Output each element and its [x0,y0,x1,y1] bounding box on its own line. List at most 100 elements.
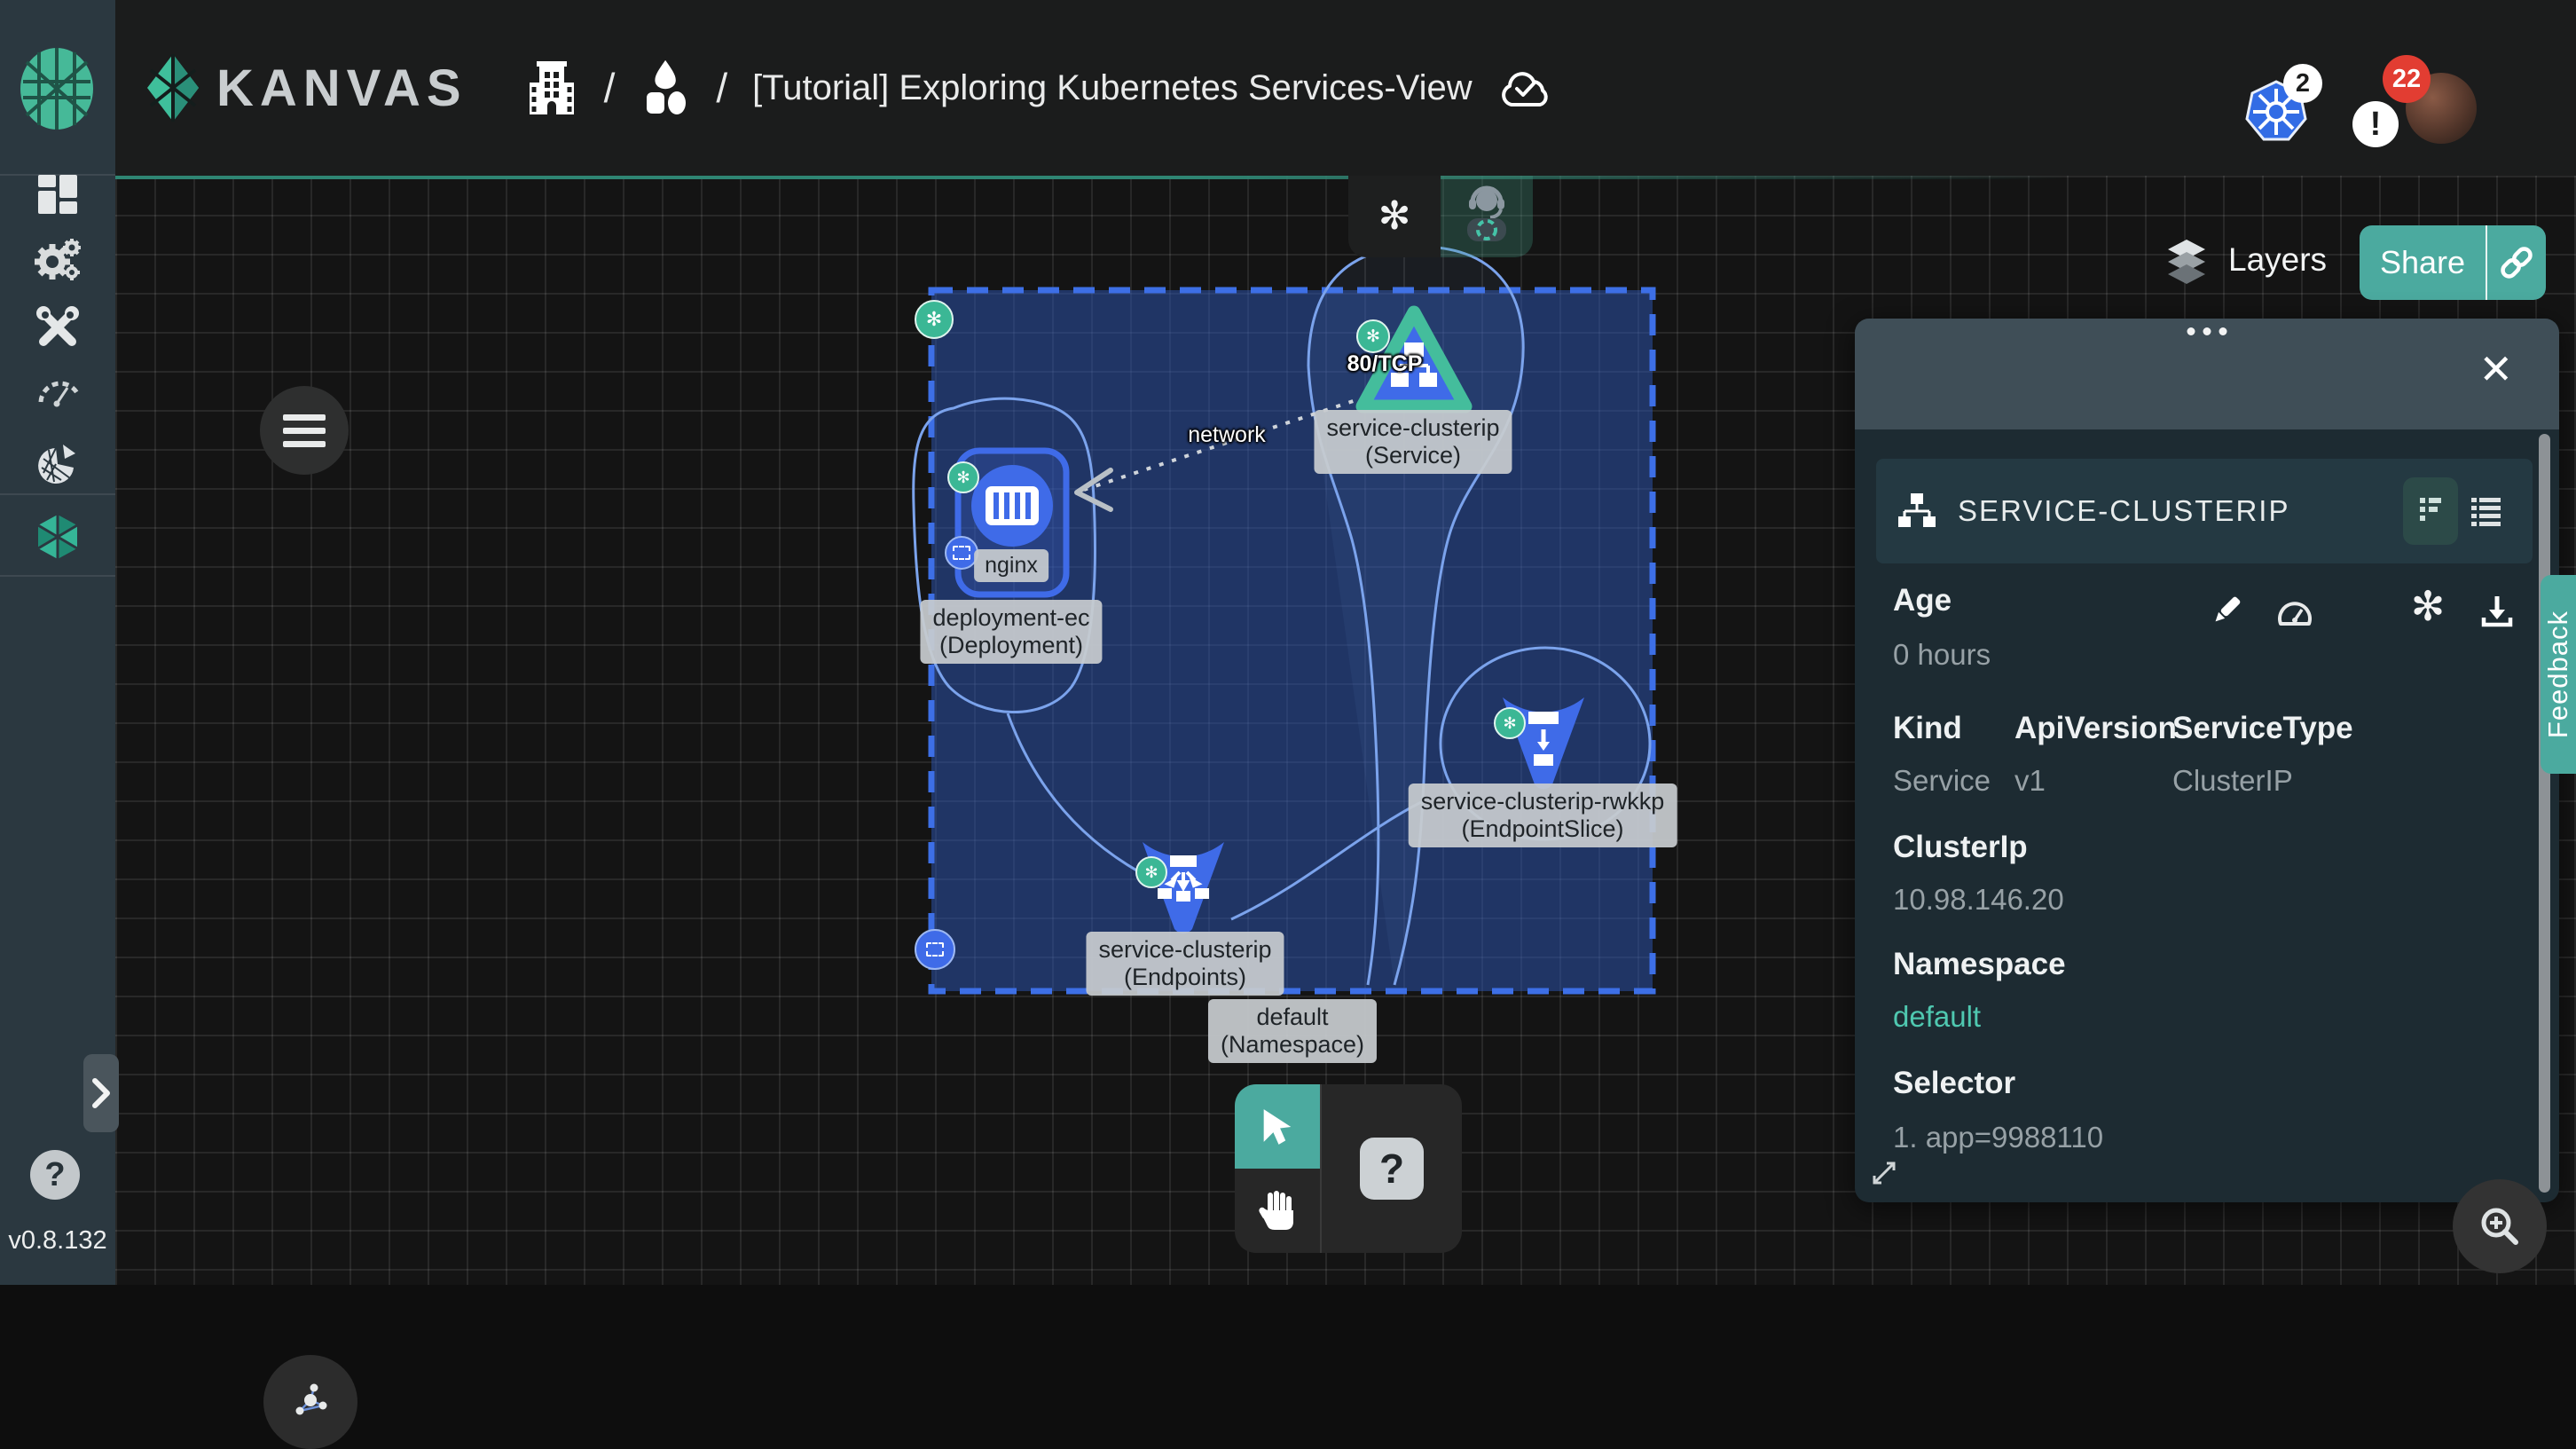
kanvas-logo-text: KANVAS [216,59,467,118]
notification-bell-button[interactable]: ! [2352,101,2399,147]
pencil-icon [2209,591,2246,628]
meshsync-badge[interactable]: ✻ [915,300,954,339]
resource-title: SERVICE-CLUSTERIP [1958,494,2403,528]
edge-label: network [1188,422,1266,448]
dashboard-icon [36,173,79,216]
kanvas-logo[interactable]: KANVAS [145,52,467,123]
speedometer-icon [34,370,82,409]
kanvas-diamond-icon [145,52,200,123]
meshery-spiral-icon: ✻ [1378,197,1411,236]
selection-badge[interactable] [915,929,955,970]
feedback-tab[interactable]: Feedback [2541,575,2576,774]
kind-value: Service [1893,764,1991,798]
layers-icon [2163,236,2211,284]
canvas-dock: ✻ [1348,176,1533,257]
sidebar-item-dashboard[interactable] [0,163,115,225]
age-label: Age [1893,583,1952,618]
crossed-tools-icon [35,304,81,350]
node-label-service[interactable]: service-clusterip (Service) [1314,410,1512,474]
designs-button[interactable] [640,60,691,115]
edit-button[interactable] [2206,588,2249,631]
layers-control[interactable]: Layers [2163,236,2327,284]
panel-scrollbar[interactable] [2539,434,2550,1193]
performance-gauge-button[interactable] [2274,590,2316,633]
copy-link-button[interactable] [2487,243,2546,282]
servicetype-header: ServiceType [2172,711,2353,746]
support-agent-dock-button[interactable] [1441,176,1533,257]
sidebar-divider [0,575,115,577]
cursor-icon [1258,1106,1297,1147]
sidebar-item-performance[interactable] [0,358,115,421]
help-button[interactable]: ? [30,1150,80,1200]
sidebar: ? v0.8.132 [0,0,115,1285]
node-label-namespace[interactable]: default (Namespace) [1208,999,1377,1063]
menu-icon [283,414,326,447]
sidebar-expand-button[interactable] [83,1054,119,1132]
kubernetes-context-count-badge: 2 [2283,64,2322,103]
service-port-label: 80/TCP [1347,351,1423,377]
layers-label: Layers [2228,241,2327,279]
canvas-menu-button[interactable] [260,386,349,475]
selector-value: 1. app=9988110 [1893,1121,2103,1154]
canvas-help-button[interactable]: ? [1360,1138,1424,1200]
pan-tool-button[interactable] [1235,1169,1320,1251]
sidebar-item-extensions[interactable] [0,431,115,493]
breadcrumb-separator: / [716,64,727,112]
chevron-right-icon [91,1077,111,1109]
details-panel: ✕ SERVICE-CLUSTERIP [1855,319,2559,1202]
list-view-toggle[interactable] [2458,477,2513,545]
clusterip-value: 10.98.146.20 [1893,883,2064,917]
node-label-deployment[interactable]: deployment-ec (Deployment) [920,600,1102,664]
app-header: KANVAS / / [Tutorial] [115,0,2576,176]
panel-header[interactable]: ✕ [1855,319,2559,429]
tools-right: ? [1322,1084,1462,1253]
panel-resize-handle[interactable] [1867,1156,1901,1194]
meshsync-badge[interactable]: ✻ [1135,856,1167,888]
building-icon [524,59,579,116]
zoom-in-icon [2477,1203,2523,1249]
download-button[interactable] [2476,590,2518,633]
close-panel-button[interactable]: ✕ [2478,349,2513,390]
namespace-label: Namespace [1893,947,2066,982]
meshsync-badge[interactable]: ✻ [1494,707,1526,739]
organization-button[interactable] [524,59,579,116]
container-label-nginx[interactable]: nginx [974,549,1048,582]
kanvas-app: { "icons": { "spiral_glyph": "✻", "close… [0,0,2576,1285]
app-version: v0.8.132 [0,1226,115,1256]
kanvas-hexagon-icon [34,513,82,561]
visualize-button[interactable] [263,1355,357,1449]
apiversion-header: ApiVersion [2014,711,2177,746]
feedback-label: Feedback [2542,610,2574,738]
sidebar-item-lifecycle[interactable] [0,229,115,291]
detail-view-toggle[interactable] [2403,477,2458,545]
share-button-group: Share [2360,225,2546,300]
save-status [1499,67,1554,108]
apiversion-value: v1 [2014,764,2046,798]
node-label-endpoints[interactable]: service-clusterip (Endpoints) [1086,932,1284,996]
select-tool-button[interactable] [1235,1084,1320,1169]
meshery-ball-logo-icon[interactable] [18,46,96,131]
zoom-button[interactable] [2453,1179,2547,1273]
clusterip-label: ClusterIp [1893,830,2028,865]
meshsync-badge[interactable]: ✻ [1356,319,1390,353]
selector-label: Selector [1893,1066,2015,1101]
help-glyph: ? [44,1156,65,1194]
age-value: 0 hours [1893,638,1991,672]
drag-handle-icon[interactable] [2187,327,2227,335]
meshsync-resource-button[interactable]: ✻ [2407,585,2449,627]
share-button[interactable]: Share [2360,244,2486,281]
sidebar-item-kanvas[interactable] [0,506,115,568]
breadcrumb-separator: / [604,64,616,112]
gauge-icon [2275,594,2314,629]
detail-list-icon [2415,494,2446,528]
meshsync-badge[interactable]: ✻ [947,461,979,493]
sidebar-item-configuration[interactable] [0,296,115,358]
namespace-value[interactable]: default [1893,1000,1981,1034]
meshsync-dock-button[interactable]: ✻ [1348,176,1441,257]
gears-icon [33,237,82,283]
dashed-rect-icon [926,942,944,957]
design-title[interactable]: [Tutorial] Exploring Kubernetes Services… [752,68,1472,108]
sidebar-divider [0,493,115,495]
download-icon [2478,593,2516,630]
node-label-endpointslice[interactable]: service-clusterip-rwkkp (EndpointSlice) [1409,784,1677,847]
